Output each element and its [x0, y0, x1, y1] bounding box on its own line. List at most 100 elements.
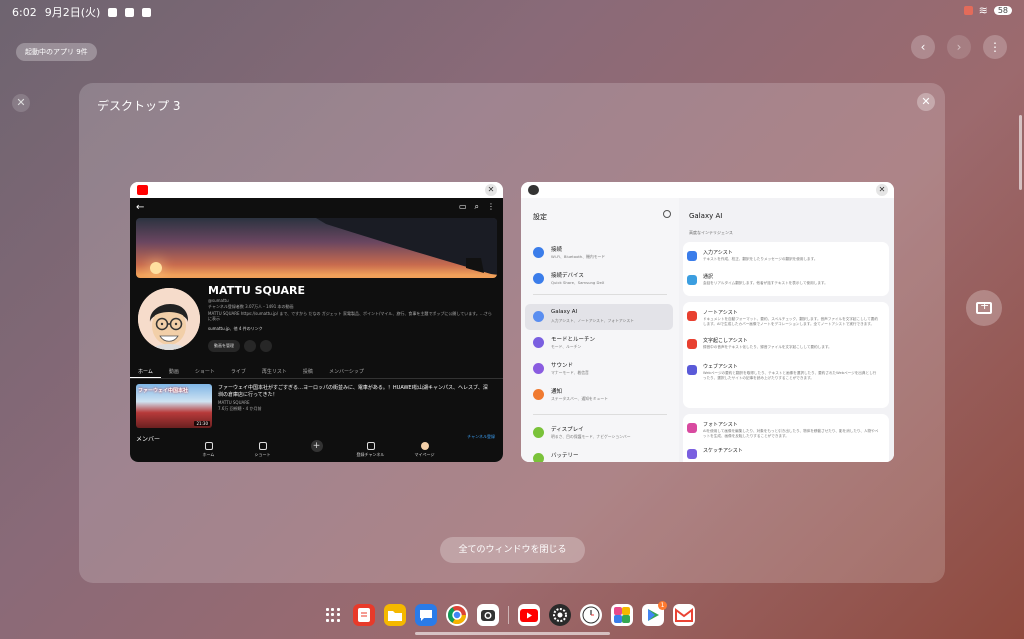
settings-item[interactable]: 接続 Wi-Fi、Bluetooth、機内モード: [525, 240, 673, 266]
analytics-icon[interactable]: [244, 340, 256, 352]
settings-item[interactable]: 通知 ステータスバー、通知をミュート: [525, 382, 673, 408]
close-window-button[interactable]: ✕: [876, 184, 888, 196]
video-thumbnail[interactable]: ファーウェイ中国本社 21:30: [136, 384, 212, 428]
tab-membership[interactable]: メンバーシップ: [321, 363, 372, 378]
search-icon[interactable]: ⌕: [475, 202, 479, 212]
camera-icon[interactable]: [477, 604, 499, 626]
tab-live[interactable]: ライブ: [223, 363, 254, 378]
settings-item[interactable]: ディスプレイ 明るさ、目の保護モード、ナビゲーションバー: [525, 420, 673, 446]
settings-category-icon: [533, 389, 544, 400]
settings-item-subtitle: マナーモード、着信音: [551, 370, 589, 375]
more-vertical-icon[interactable]: ⋮: [487, 202, 495, 212]
channel-links[interactable]: sumattu.jp、他 4 件のリンク: [208, 326, 263, 332]
feature-description: 録音中の音声をテキスト化したり、録音ファイルを文字起こしして要約します。: [703, 345, 832, 349]
galaxy-ai-feature[interactable]: ウェブアシスト Webページの要約と翻訳を取得したり、テキストと画像を選択したり、…: [685, 360, 881, 388]
feature-description: AIを使用して画像を編集したり、対象をもっと引き出したり、物体を移動させたり、影…: [703, 429, 879, 438]
settings-window[interactable]: ✕ 設定 接続 Wi-Fi、Bluetooth、機内モード 接続デバイス Quick …: [521, 182, 894, 462]
settings-category-icon: [533, 363, 544, 374]
youtube-icon: [137, 185, 148, 195]
settings-icon[interactable]: [549, 604, 571, 626]
scroll-handle[interactable]: [1019, 115, 1022, 190]
nav-shorts[interactable]: ショート: [246, 438, 280, 462]
video-duration: 21:30: [194, 421, 210, 426]
settings-item[interactable]: 接続デバイス Quick Share、Samsung DeX: [525, 266, 673, 292]
youtube-icon[interactable]: [518, 604, 540, 626]
video-channel: MATTU SQUARE: [218, 400, 250, 405]
video-item[interactable]: ファーウェイ中国本社 21:30 ファーウェイ中国本社がすごすぎる…ヨーロッパの…: [136, 384, 497, 430]
battery-icon: 58: [993, 6, 1012, 15]
feature-icon: [687, 423, 697, 433]
close-window-button[interactable]: ✕: [485, 184, 497, 196]
back-arrow-icon[interactable]: ←: [136, 202, 144, 213]
settings-item[interactable]: サウンド マナーモード、着信音: [525, 356, 673, 382]
settings-category-icon: [533, 337, 544, 348]
settings-item-title: モードとルーチン: [551, 337, 596, 343]
chrome-icon[interactable]: [446, 604, 468, 626]
app-drawer[interactable]: [322, 604, 344, 626]
cast-icon[interactable]: ▭: [459, 202, 467, 212]
galaxy-ai-feature[interactable]: 文字起こしアシスト 録音中の音声をテキスト化したり、録音ファイルを文字起こしして要…: [685, 334, 881, 362]
clock-icon[interactable]: [580, 604, 602, 626]
feature-title: ウェブアシスト: [703, 364, 738, 370]
nav-home[interactable]: ホーム: [192, 438, 226, 462]
channel-avatar[interactable]: [138, 288, 200, 350]
youtube-window[interactable]: ✕ ← ▭ ⌕ ⋮ MATTU SQUARE @sumattu チャンネル登録者…: [130, 182, 503, 462]
notification-badge: 1: [658, 601, 667, 610]
feature-icon: [687, 275, 697, 285]
taskbar-dock: 1: [322, 601, 695, 627]
settings-icon: [528, 185, 539, 195]
notification-icon: [125, 7, 135, 17]
close-all-windows-button[interactable]: 全てのウィンドウを閉じる: [440, 537, 585, 563]
my-files-icon[interactable]: [384, 604, 406, 626]
channel-stats: チャンネル登録者数 3.07万人・1491 本の動画: [208, 304, 294, 309]
samsung-notes-icon[interactable]: [353, 604, 375, 626]
tab-playlists[interactable]: 再生リスト: [254, 363, 295, 378]
galaxy-ai-feature[interactable]: ノートアシスト ドキュメントを自動フォーマット、要約、スペルチェック、翻訳します。…: [685, 306, 881, 334]
play-store-icon[interactable]: 1: [642, 601, 667, 626]
close-icon: ✕: [921, 95, 931, 108]
gallery-icon[interactable]: [611, 604, 633, 626]
running-apps-button[interactable]: 起動中のアプリ 9件: [16, 43, 97, 61]
dock-divider: [508, 606, 509, 624]
manage-videos-button[interactable]: 動画を管理: [208, 340, 240, 352]
messages-icon[interactable]: [415, 604, 437, 626]
feature-title: 通訳: [703, 274, 714, 280]
nav-create[interactable]: +: [300, 438, 334, 462]
tab-home[interactable]: ホーム: [130, 363, 161, 378]
tab-posts[interactable]: 投稿: [295, 363, 321, 378]
subscriptions-icon: [366, 442, 375, 450]
tab-videos[interactable]: 動画: [161, 363, 187, 378]
settings-item-subtitle: 明るさ、目の保護モード、ナビゲーションバー: [551, 434, 631, 439]
previous-desktop-button[interactable]: ‹: [911, 35, 935, 59]
window-titlebar[interactable]: ✕: [130, 182, 503, 198]
nav-subscriptions[interactable]: 登録チャンネル: [354, 438, 388, 462]
feature-icon: [687, 251, 697, 261]
settings-item[interactable]: バッテリー: [525, 446, 673, 462]
nav-you[interactable]: マイページ: [408, 438, 442, 462]
add-desktop-button[interactable]: [966, 290, 1002, 326]
settings-item-title: ディスプレイ: [551, 427, 584, 433]
settings-item[interactable]: モードとルーチン モード、ルーチン: [525, 330, 673, 356]
search-icon[interactable]: [663, 210, 671, 218]
galaxy-ai-feature[interactable]: フォトアシスト AIを使用して画像を編集したり、対象をもっと引き出したり、物体を移…: [685, 418, 881, 446]
gmail-icon[interactable]: [673, 604, 695, 626]
close-desktop-button[interactable]: ✕: [917, 93, 935, 111]
galaxy-ai-feature[interactable]: 通訳 会話をリアルタイム翻訳します。他者が話すテキストを表示して使用します。: [685, 270, 881, 298]
close-desktop-2-button[interactable]: ✕: [12, 94, 30, 112]
home-icon: [204, 442, 213, 450]
settings-item[interactable]: Galaxy AI 入力アシスト、ノートアシスト、フォトアシスト: [525, 304, 673, 330]
feature-icon: [687, 339, 697, 349]
channel-description[interactable]: MATTU SQUARE https://sumattu.jp/ まで、ですから…: [208, 311, 493, 321]
edit-pencil-icon[interactable]: [260, 340, 272, 352]
tab-shorts[interactable]: ショート: [187, 363, 223, 378]
window-titlebar[interactable]: ✕: [521, 182, 894, 198]
home-indicator[interactable]: [415, 632, 610, 635]
nav-label: ホーム: [202, 452, 215, 457]
video-title[interactable]: ファーウェイ中国本社がすごすぎる…ヨーロッパの街並みに、電車がある。！HUAWE…: [218, 385, 488, 399]
settings-item-title: 通知: [551, 389, 563, 395]
more-options-button[interactable]: ⋮: [983, 35, 1007, 59]
settings-item-subtitle: Wi-Fi、Bluetooth、機内モード: [551, 254, 606, 259]
galaxy-ai-feature[interactable]: スケッチアシスト: [685, 444, 881, 462]
next-desktop-button[interactable]: ›: [947, 35, 971, 59]
feature-description: テキストを作成、校正、翻訳をしたりメッセージの翻訳を使用します。: [703, 257, 818, 261]
